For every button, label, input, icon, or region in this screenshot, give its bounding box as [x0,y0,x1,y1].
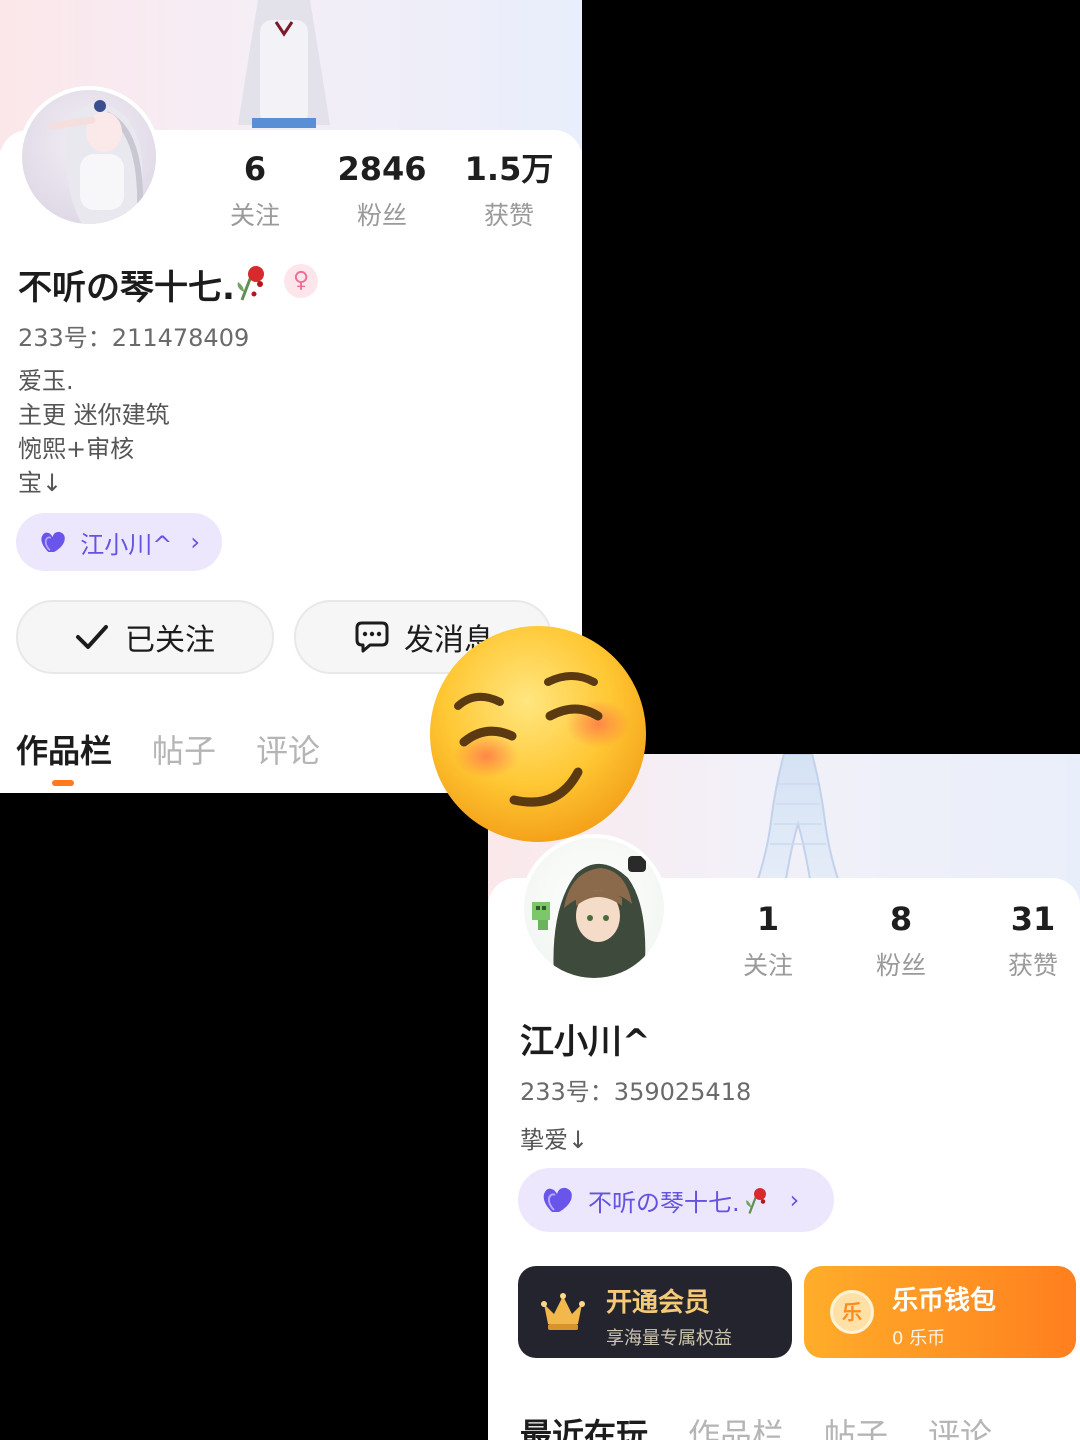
bio: 挚爱↓ [520,1126,589,1154]
bio-line: 主更 迷你建筑 [18,401,170,429]
banner-character-image [756,754,840,879]
following-button-label: 已关注 [125,623,215,658]
following-count: 6 [243,150,267,188]
bio-line: 爱玉. [18,367,74,395]
tab-works[interactable]: 作品栏 [16,726,112,772]
vip-title: 开通会员 [606,1288,711,1318]
avatar[interactable] [18,86,160,228]
bio: 爱玉. 主更 迷你建筑 惋熙+审核 宝↓ [18,364,170,500]
bio-line: 惋熙+审核 [18,435,135,463]
stat-following[interactable]: 1 关注 [713,900,823,982]
vip-membership-card[interactable]: 开通会员 享海量专属权益 [518,1266,792,1358]
tab-posts[interactable]: 帖子 [824,1410,888,1440]
tab-comments[interactable]: 评论 [256,726,320,772]
coin-icon: 乐 [830,1290,874,1334]
following-label: 关注 [742,951,793,980]
vip-subtitle: 享海量专属权益 [606,1328,732,1349]
nickname: 江小川^ [520,1022,651,1062]
followers-label: 粉丝 [875,951,926,980]
user-id: 233号：211478409 [18,324,250,352]
following-button[interactable]: 已关注 [16,600,274,674]
avatar-image [532,856,646,978]
bio-line: 宝↓ [18,469,63,497]
banner-character-image [238,0,330,128]
stat-followers[interactable]: 2846 粉丝 [327,150,437,232]
cp-name: 不听の琴十七. [588,1188,740,1217]
wilted-rose-icon [237,266,264,301]
double-heart-icon [543,1187,572,1212]
double-heart-icon [41,531,65,552]
active-tab-indicator [52,780,74,786]
cp-link-pill[interactable]: 江小川^ › [16,513,222,571]
following-count: 1 [756,900,780,938]
followers-count: 8 [889,900,913,938]
stat-likes[interactable]: 31 获赞 [978,900,1080,982]
tab-works[interactable]: 作品栏 [688,1410,784,1440]
smiling-blush-emoji-sticker [430,626,646,842]
avatar[interactable] [520,834,668,982]
stat-followers[interactable]: 8 粉丝 [846,900,956,982]
profile-tabs: 最近在玩 作品栏 帖子 评论 [520,1410,992,1440]
avatar-image [48,100,144,224]
profile-card-b: 1 关注 8 粉丝 31 获赞 江小川^ 233号：359025418 挚爱↓ … [488,754,1080,1440]
female-icon: ♀ [284,264,318,298]
crown-icon [541,1293,585,1330]
likes-label: 获赞 [483,201,534,230]
nickname: 不听の琴十七. [18,268,235,308]
wallet-title: 乐币钱包 [892,1286,997,1316]
tab-posts[interactable]: 帖子 [152,726,216,772]
wilted-rose-icon [745,1188,766,1214]
tab-comments[interactable]: 评论 [928,1410,992,1440]
check-icon [76,625,108,649]
likes-label: 获赞 [1007,951,1058,980]
followers-count: 2846 [337,150,427,188]
coin-wallet-card[interactable]: 乐 乐币钱包 0 乐币 [804,1266,1076,1358]
followers-label: 粉丝 [356,201,407,230]
likes-count: 31 [1010,900,1056,938]
chevron-right-icon: › [190,528,200,556]
cp-name: 江小川^ [80,530,173,559]
likes-count: 1.5万 [464,150,554,188]
tab-recently-played[interactable]: 最近在玩 [520,1410,648,1440]
following-label: 关注 [229,201,280,230]
user-id: 233号：359025418 [520,1078,752,1106]
stat-following[interactable]: 6 关注 [200,150,310,232]
stat-likes[interactable]: 1.5万 获赞 [454,150,564,232]
cp-link-pill[interactable]: 不听の琴十七. › [518,1168,834,1232]
chat-bubble-icon [355,621,389,653]
chevron-right-icon: › [789,1186,800,1214]
profile-tabs: 作品栏 帖子 评论 [16,726,320,772]
wallet-balance: 0 乐币 [892,1328,946,1349]
